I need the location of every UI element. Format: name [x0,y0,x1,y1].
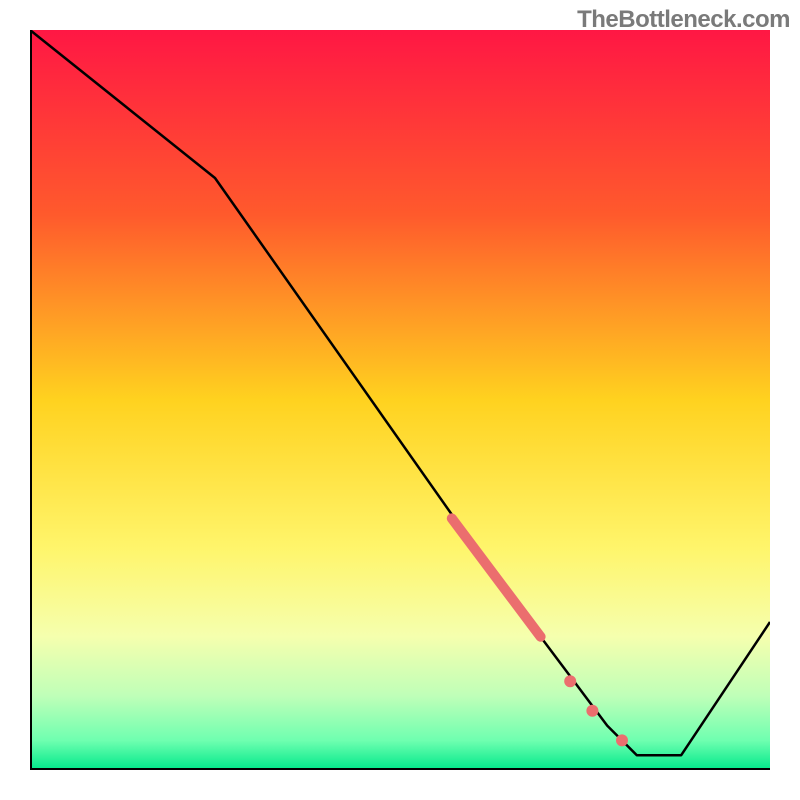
point-b [586,705,598,717]
watermark-text: TheBottleneck.com [577,6,790,34]
chart-svg [30,30,770,770]
plot-area [30,30,770,770]
gradient-background [30,30,770,770]
point-a [564,675,576,687]
point-c [616,734,628,746]
chart-container: TheBottleneck.com [0,0,800,800]
